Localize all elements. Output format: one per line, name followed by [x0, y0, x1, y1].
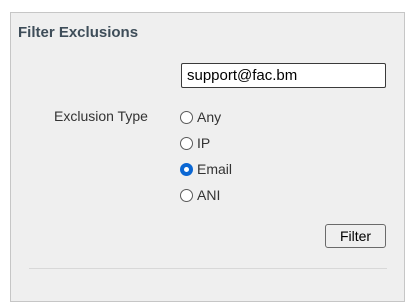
divider	[29, 268, 387, 269]
exclusion-type-label: Exclusion Type	[54, 108, 148, 124]
radio-option-any[interactable]: Any	[180, 108, 221, 126]
radio-ip[interactable]	[180, 136, 193, 150]
panel-title: Filter Exclusions	[18, 24, 139, 41]
radio-any-label: Any	[197, 109, 222, 125]
filter-button[interactable]: Filter	[325, 224, 386, 248]
radio-ani[interactable]	[180, 188, 193, 202]
radio-any[interactable]	[180, 110, 193, 124]
filter-exclusions-panel	[10, 12, 405, 302]
radio-option-email[interactable]: Email	[180, 160, 232, 178]
radio-email-label: Email	[197, 161, 233, 177]
radio-ani-label: ANI	[197, 187, 221, 203]
radio-option-ani[interactable]: ANI	[180, 186, 220, 204]
radio-email[interactable]	[180, 162, 193, 176]
filter-text-input[interactable]	[181, 63, 386, 88]
radio-option-ip[interactable]: IP	[180, 134, 210, 152]
radio-ip-label: IP	[197, 135, 211, 151]
